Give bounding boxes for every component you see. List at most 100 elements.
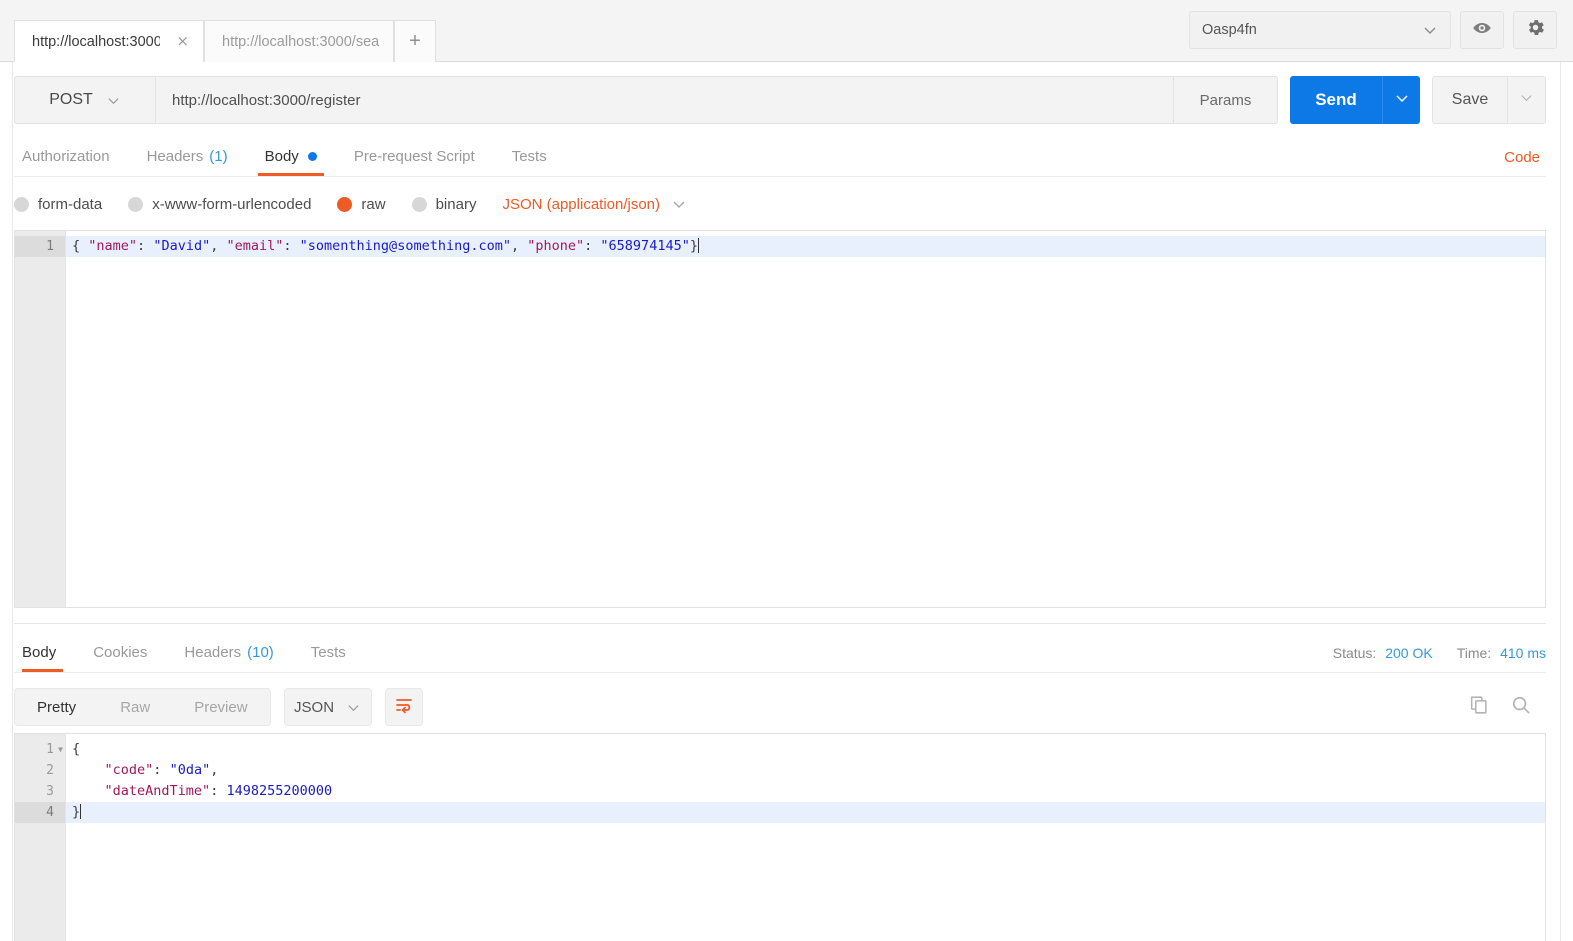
save-button-group: Save (1432, 76, 1546, 124)
environment-selector[interactable]: Oasp4fn (1189, 11, 1451, 49)
line-number-empty (15, 572, 65, 593)
line-number: 1 (15, 236, 65, 257)
line-number-empty (15, 383, 65, 404)
request-body-editor[interactable]: 1 { "name": "David", "email": "somenthin… (14, 230, 1546, 608)
radio-x-www-form-urlencoded-indicator (128, 196, 144, 212)
radio-raw-indicator (337, 196, 353, 212)
token-punc: { (72, 238, 89, 254)
line-number-empty (15, 844, 65, 865)
close-icon[interactable]: × (176, 34, 189, 49)
tab-authorization[interactable]: Authorization (14, 137, 125, 176)
tab-tests[interactable]: Tests (497, 137, 562, 176)
response-divider (14, 623, 1546, 624)
code-line: "code": "0da", (66, 760, 1545, 781)
request-tab-2[interactable]: http://localhost:3000/search (204, 20, 394, 62)
request-tab-2-label: http://localhost:3000/search (222, 33, 379, 50)
view-mode-preview[interactable]: Preview (172, 689, 269, 725)
token-punc: : (153, 762, 170, 778)
view-mode-raw[interactable]: Raw (98, 689, 172, 725)
line-number-empty (15, 299, 65, 320)
url-input[interactable]: http://localhost:3000/register (156, 76, 1174, 124)
radio-binary[interactable]: binary (411, 196, 476, 213)
content-type-label: JSON (application/json) (502, 195, 661, 213)
send-options-button[interactable] (1382, 76, 1420, 124)
token-str: "658974145" (600, 238, 690, 254)
environment-controls: Oasp4fn (1189, 11, 1557, 49)
token-key: "email" (226, 238, 284, 254)
save-options-button[interactable] (1507, 77, 1545, 123)
gear-icon (1525, 17, 1546, 43)
token-num: 1498255200000 (226, 783, 333, 799)
chevron-down-icon (1422, 22, 1438, 38)
request-tab-bar: http://localhost:3000/ × http://localhos… (0, 0, 1573, 62)
response-tab-cookies-label: Cookies (93, 644, 148, 661)
line-number-empty (15, 425, 65, 446)
token-punc: , (210, 238, 227, 254)
line-number-empty (15, 886, 65, 907)
token-punc: : (137, 238, 154, 254)
radio-raw-label: raw (361, 195, 386, 213)
save-button[interactable]: Save (1433, 77, 1507, 123)
page-left-edge (0, 0, 13, 941)
url-input-value: http://localhost:3000/register (172, 91, 361, 109)
params-button[interactable]: Params (1174, 76, 1278, 124)
request-tab-1-label: http://localhost:3000/ (32, 33, 161, 50)
line-number-empty (15, 865, 65, 886)
request-tab-1[interactable]: http://localhost:3000/ × (14, 20, 204, 62)
radio-form-data[interactable]: form-data (14, 196, 102, 213)
tab-pre-request-script[interactable]: Pre-request Script (339, 137, 490, 176)
response-editor-code[interactable]: { "code": "0da", "dateAndTime": 14982552… (66, 734, 1545, 941)
view-mode-pretty[interactable]: Pretty (15, 689, 98, 725)
response-tab-tests-label: Tests (310, 644, 346, 661)
new-tab-button[interactable]: + (394, 20, 436, 62)
line-number-empty (15, 488, 65, 509)
response-view-mode-group: Pretty Raw Preview (14, 688, 271, 726)
settings-button[interactable] (1513, 11, 1557, 49)
token-str: "somenthing@something.com" (299, 238, 511, 254)
response-tab-tests[interactable]: Tests (296, 633, 361, 672)
environment-quick-look-button[interactable] (1460, 11, 1504, 49)
response-tab-body[interactable]: Body (14, 633, 71, 672)
token-punc: : (283, 238, 300, 254)
chevron-down-icon (671, 196, 687, 212)
word-wrap-button[interactable] (384, 688, 423, 726)
line-number: 1 ▼ (15, 739, 65, 760)
token-key: "code" (104, 762, 154, 778)
response-body-editor[interactable]: 1 ▼ 2 3 4 { "code": "0da", "dateAndTime": 14… (14, 733, 1546, 941)
time-label: Time: (1456, 645, 1492, 661)
line-number-empty (15, 907, 65, 928)
response-actions (1468, 694, 1546, 721)
response-toolbar: Pretty Raw Preview JSON (14, 686, 1546, 728)
response-tab-headers[interactable]: Headers (10) (169, 633, 288, 672)
status-value: 200 OK (1385, 645, 1433, 661)
chevron-down-icon (346, 700, 361, 715)
line-number-empty (15, 404, 65, 425)
eye-icon (1472, 18, 1492, 43)
environment-selector-label: Oasp4fn (1202, 22, 1257, 38)
time-badge: Time: 410 ms (1457, 645, 1546, 661)
chevron-down-icon (1519, 90, 1534, 110)
chevron-down-icon (1394, 90, 1410, 111)
code-link[interactable]: Code (1504, 149, 1546, 176)
tab-body[interactable]: Body (250, 137, 332, 176)
tab-authorization-label: Authorization (22, 148, 110, 165)
fold-arrow-icon[interactable]: ▼ (58, 739, 63, 760)
response-tab-cookies[interactable]: Cookies (78, 633, 162, 672)
search-icon[interactable] (1510, 694, 1532, 721)
radio-x-www-form-urlencoded-label: x-www-form-urlencoded (152, 195, 312, 213)
text-caret (80, 804, 82, 819)
http-method-selector[interactable]: POST (14, 76, 156, 124)
code-line: { "name": "David", "email": "somenthing@… (66, 236, 1545, 257)
radio-x-www-form-urlencoded[interactable]: x-www-form-urlencoded (128, 196, 311, 213)
send-button[interactable]: Send (1290, 76, 1382, 124)
line-number-empty (15, 320, 65, 341)
line-number-empty (15, 530, 65, 551)
request-editor-code[interactable]: { "name": "David", "email": "somenthing@… (66, 231, 1545, 607)
token-punc: { (72, 741, 81, 757)
line-number: 2 (46, 763, 54, 778)
content-type-selector[interactable]: JSON (application/json) (502, 196, 687, 213)
radio-raw[interactable]: raw (337, 195, 386, 213)
tab-headers[interactable]: Headers (1) (132, 137, 243, 176)
response-format-selector[interactable]: JSON (283, 688, 372, 726)
copy-icon[interactable] (1468, 694, 1490, 721)
